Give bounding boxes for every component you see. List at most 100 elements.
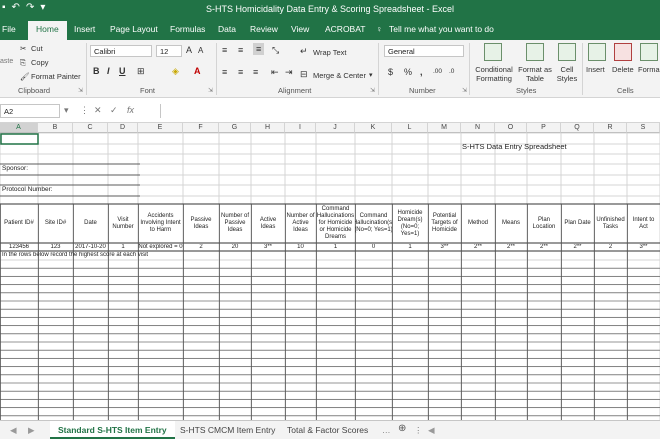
column-header-i[interactable]: I — [285, 123, 316, 133]
number-launcher-icon[interactable]: ⇲ — [462, 87, 467, 94]
table-header-cell[interactable]: Active Ideas — [251, 205, 285, 242]
format-cells-button[interactable]: Forma — [638, 65, 660, 74]
clipboard-launcher-icon[interactable]: ⇲ — [78, 87, 83, 94]
underline-icon[interactable]: U — [119, 66, 126, 76]
format-cells-icon[interactable] — [640, 43, 658, 61]
delete-cells-button[interactable]: Delete — [612, 65, 634, 74]
protocol-number-label[interactable]: Protocol Number: — [2, 186, 102, 195]
table-header-cell[interactable]: Homicide Dream(s) (No=0; Yes=1) — [392, 205, 428, 242]
merge-center-button[interactable]: Merge & Center — [313, 71, 366, 80]
font-size-combo[interactable]: 12 — [156, 45, 182, 57]
column-header-f[interactable]: F — [183, 123, 219, 133]
tab-home[interactable]: Home — [28, 21, 67, 40]
sheet-tab-standard[interactable]: Standard S-HTS Item Entry — [50, 421, 175, 439]
example-data-cell[interactable]: 10 — [285, 244, 316, 251]
example-data-cell[interactable]: 1 — [316, 244, 355, 251]
table-header-cell[interactable]: Visit Number — [108, 205, 138, 242]
example-data-cell[interactable]: 3** — [428, 244, 461, 251]
name-box[interactable]: A2 — [0, 104, 60, 118]
cut-button[interactable]: Cut — [31, 44, 43, 53]
example-data-cell[interactable]: Not explored = 0 — [138, 244, 183, 251]
table-header-cell[interactable]: Plan Date — [561, 205, 594, 242]
tab-data[interactable]: Data — [218, 24, 236, 34]
paste-button[interactable]: aste — [0, 58, 13, 65]
align-left-icon[interactable]: ≡ — [222, 67, 227, 77]
cut-icon[interactable]: ✂ — [20, 44, 26, 53]
decrease-indent-icon[interactable]: ⇤ — [271, 67, 279, 78]
bold-icon[interactable]: B — [93, 66, 100, 76]
example-data-cell[interactable]: 2 — [183, 244, 219, 251]
example-data-cell[interactable]: 123456 — [0, 244, 38, 251]
delete-cells-icon[interactable] — [614, 43, 632, 61]
cell-styles-button[interactable]: Cell Styles — [554, 65, 580, 83]
tab-formulas[interactable]: Formulas — [170, 24, 205, 34]
sheet-scroll-right-icon[interactable]: ▶ — [20, 421, 43, 439]
example-data-cell[interactable]: 2 — [594, 244, 627, 251]
column-header-n[interactable]: N — [461, 123, 495, 133]
format-as-table-button[interactable]: Format as Table — [518, 65, 552, 83]
wrap-text-icon[interactable]: ↵ — [300, 46, 308, 57]
cell-styles-icon[interactable] — [558, 43, 576, 61]
format-as-table-icon[interactable] — [526, 43, 544, 61]
font-color-icon[interactable]: A — [194, 66, 201, 76]
column-header-a[interactable]: A — [0, 123, 38, 133]
example-data-cell[interactable]: 2017-10-20 — [73, 244, 108, 251]
column-header-c[interactable]: C — [73, 123, 108, 133]
format-painter-button[interactable]: Format Painter — [31, 72, 81, 81]
sheet-title[interactable]: S-HTS Data Entry Spreadsheet — [462, 143, 602, 153]
column-header-b[interactable]: B — [38, 123, 73, 133]
wrap-text-button[interactable]: Wrap Text — [313, 48, 347, 57]
table-header-cell[interactable]: Patient ID# — [0, 205, 38, 242]
tell-me-box[interactable]: Tell me what you want to do — [389, 24, 494, 34]
column-header-l[interactable]: L — [392, 123, 428, 133]
sheet-tab-totals[interactable]: Total & Factor Scores — [279, 421, 376, 439]
tab-file[interactable]: File — [2, 24, 16, 34]
example-data-cell[interactable]: 2** — [461, 244, 495, 251]
align-right-icon[interactable]: ≡ — [253, 67, 258, 77]
column-header-p[interactable]: P — [527, 123, 561, 133]
number-format-combo[interactable]: General — [384, 45, 464, 57]
align-bottom-icon[interactable]: ≡ — [253, 43, 265, 55]
font-name-combo[interactable]: Calibri — [90, 45, 152, 57]
comma-style-icon[interactable]: , — [420, 67, 423, 77]
table-header-cell[interactable]: Date — [73, 205, 108, 242]
alignment-launcher-icon[interactable]: ⇲ — [370, 87, 375, 94]
copy-icon[interactable]: ⎘ — [20, 58, 26, 68]
decrease-font-icon[interactable]: A — [198, 46, 203, 55]
tab-view[interactable]: View — [291, 24, 309, 34]
column-header-s[interactable]: S — [627, 123, 660, 133]
hscroll-left-icon[interactable]: ◀ — [420, 421, 443, 439]
merge-center-icon[interactable]: ⊟ — [300, 69, 308, 80]
table-header-cell[interactable]: Command Hallucinations for Homicide or H… — [316, 205, 355, 242]
align-top-icon[interactable]: ≡ — [222, 45, 227, 55]
column-header-q[interactable]: Q — [561, 123, 594, 133]
example-data-cell[interactable]: 20 — [219, 244, 251, 251]
column-header-r[interactable]: R — [594, 123, 627, 133]
cancel-icon[interactable]: ✕ — [94, 105, 102, 116]
example-data-cell[interactable]: 123 — [38, 244, 73, 251]
italic-icon[interactable]: I — [107, 66, 110, 76]
currency-icon[interactable]: $ — [388, 67, 393, 77]
font-launcher-icon[interactable]: ⇲ — [208, 87, 213, 94]
column-header-o[interactable]: O — [495, 123, 527, 133]
table-header-cell[interactable]: Number of Active Ideas — [285, 205, 316, 242]
insert-cells-button[interactable]: Insert — [586, 65, 605, 74]
column-header-d[interactable]: D — [108, 123, 138, 133]
example-data-cell[interactable]: 2** — [495, 244, 527, 251]
formula-input[interactable] — [160, 104, 660, 118]
chevron-down-icon[interactable]: ▾ — [369, 71, 373, 79]
table-header-cell[interactable]: Unfinished Tasks — [594, 205, 627, 242]
worksheet-grid[interactable]: ABCDEFGHIJKLMNOPQRS S-HTS Data Entry Spr… — [0, 123, 660, 420]
increase-font-icon[interactable]: A — [186, 45, 192, 55]
borders-icon[interactable]: ⊞ — [137, 66, 145, 77]
example-data-cell[interactable]: 3** — [251, 244, 285, 251]
sponsor-label[interactable]: Sponsor: — [2, 165, 82, 174]
example-data-cell[interactable]: 2** — [527, 244, 561, 251]
tab-acrobat[interactable]: ACROBAT — [325, 24, 365, 34]
format-painter-icon[interactable]: 🖌 — [20, 72, 30, 81]
tab-page-layout[interactable]: Page Layout — [110, 24, 158, 34]
column-header-g[interactable]: G — [219, 123, 251, 133]
percent-icon[interactable]: % — [404, 67, 412, 77]
conditional-formatting-button[interactable]: Conditional Formatting — [472, 65, 516, 83]
column-header-e[interactable]: E — [138, 123, 183, 133]
